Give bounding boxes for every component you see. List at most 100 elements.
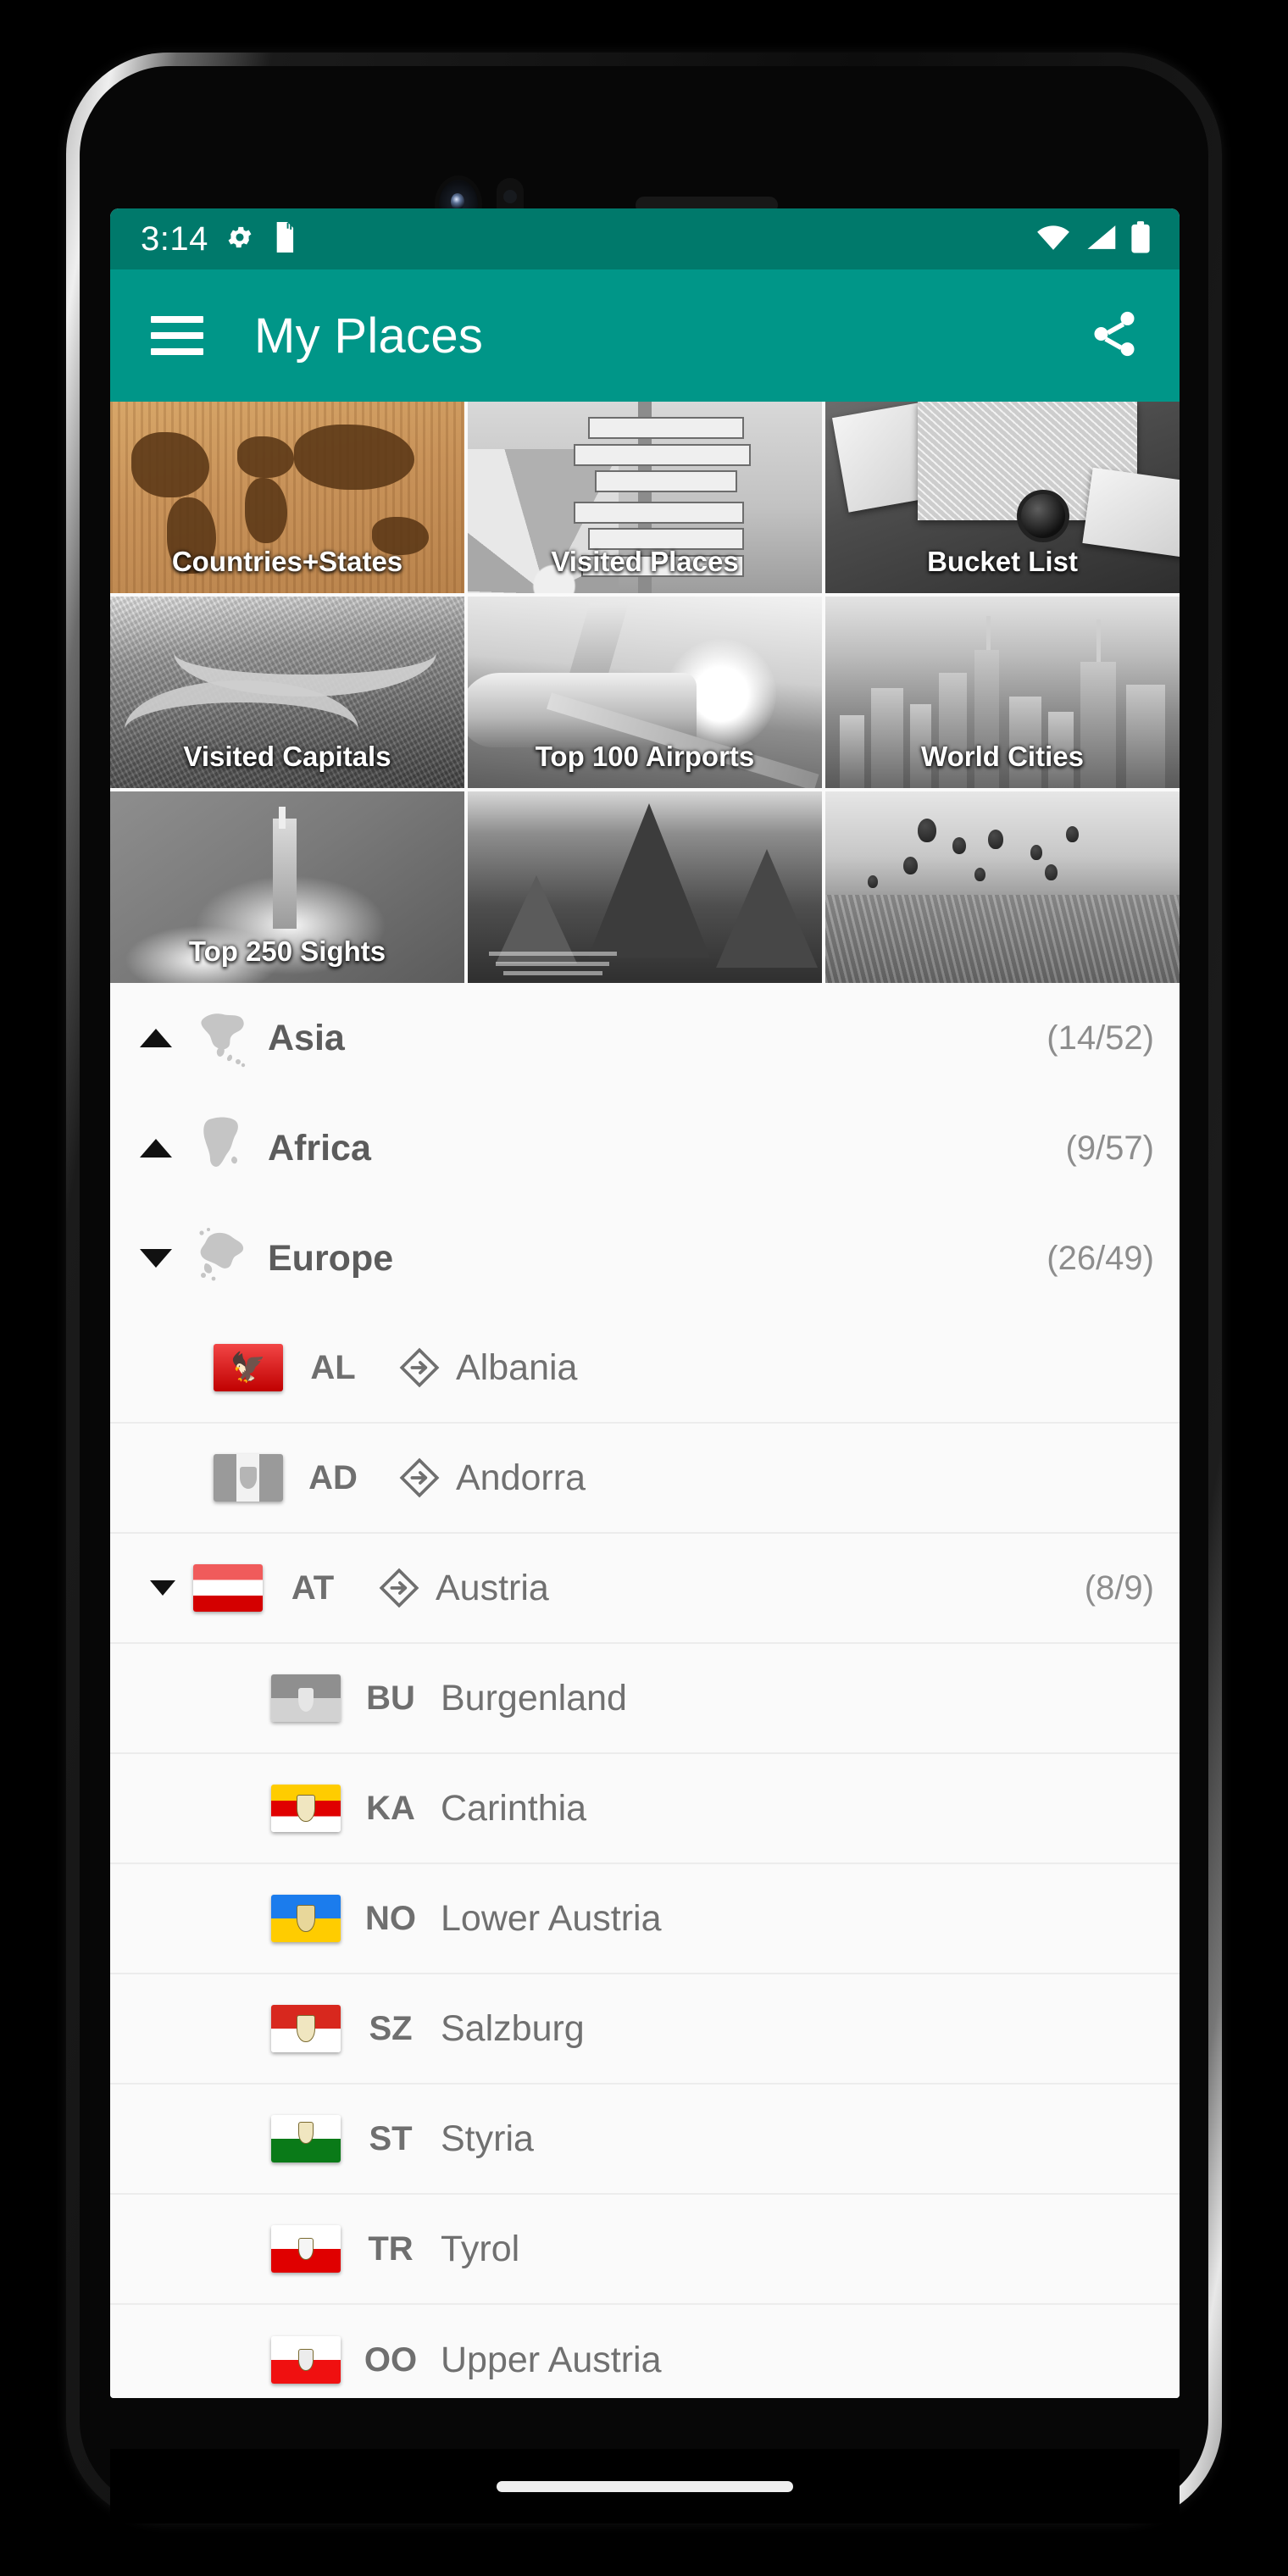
phone-screen: 3:14 My Places Countries+States Visited … [110, 208, 1180, 2398]
app-bar: My Places [110, 269, 1180, 402]
coat-of-arms-icon [298, 2349, 314, 2371]
flag-styria [271, 2115, 341, 2162]
state-name: Burgenland [441, 1677, 627, 1718]
goto-arrow-icon[interactable] [363, 1566, 436, 1610]
collapse-caret-icon[interactable] [132, 1139, 180, 1158]
state-name: Styria [441, 2118, 534, 2159]
state-name: Salzburg [441, 2007, 585, 2049]
state-code: ST [369, 2119, 413, 2157]
crest-emblem [240, 1467, 257, 1489]
tile-bucket-list[interactable]: Bucket List [825, 402, 1180, 593]
menu-line [151, 332, 203, 339]
tile-machu-picchu[interactable] [468, 791, 822, 983]
state-row-styria[interactable]: ST Styria [110, 2085, 1180, 2195]
tile-top-250-sights[interactable]: Top 250 Sights [110, 791, 464, 983]
country-code: AD [308, 1458, 358, 1496]
goto-arrow-icon[interactable] [383, 1346, 456, 1390]
menu-line [151, 316, 203, 323]
continent-count: (26/49) [1046, 1239, 1154, 1277]
flag-albania: 🦅 [214, 1344, 283, 1391]
asia-map-icon [180, 1006, 268, 1070]
country-name: Andorra [456, 1457, 586, 1498]
state-name: Carinthia [441, 1787, 587, 1829]
state-name: Lower Austria [441, 1897, 662, 1939]
continent-count: (14/52) [1046, 1019, 1154, 1057]
crest-emblem [298, 1687, 314, 1712]
flag-carinthia [271, 1785, 341, 1832]
share-icon[interactable] [1088, 308, 1141, 364]
battery-icon [1130, 220, 1151, 258]
state-code: NO [365, 1899, 416, 1937]
continent-row-europe[interactable]: Europe (26/49) [110, 1203, 1180, 1313]
tile-hot-air-balloons[interactable] [825, 791, 1180, 983]
tile-label: Top 250 Sights [188, 935, 386, 967]
country-count: (8/9) [1084, 1568, 1154, 1607]
state-row-tyrol[interactable]: TR Tyrol [110, 2195, 1180, 2305]
tile-visited-capitals[interactable]: Visited Capitals [110, 597, 464, 788]
category-tile-grid: Countries+States Visited Places Bucket L… [110, 402, 1180, 983]
flag-burgenland [271, 1674, 341, 1722]
flag-andorra [214, 1454, 283, 1502]
expand-caret-icon[interactable] [132, 1249, 180, 1268]
page-title: My Places [254, 308, 484, 364]
tile-label: Bucket List [927, 546, 1078, 577]
state-row-lower-austria[interactable]: NO Lower Austria [110, 1864, 1180, 1974]
hamburger-menu-icon[interactable] [151, 307, 210, 364]
flag-tyrol [271, 2225, 341, 2273]
coat-of-arms-icon [297, 2015, 315, 2042]
continent-row-africa[interactable]: Africa (9/57) [110, 1093, 1180, 1203]
state-code: BU [366, 1679, 415, 1717]
hot-air-balloons-art [825, 791, 1180, 983]
tile-countries-states[interactable]: Countries+States [110, 402, 464, 593]
country-code: AL [310, 1348, 356, 1386]
flag-upper-austria [271, 2336, 341, 2384]
tile-label: World Cities [921, 741, 1084, 772]
coat-of-arms-icon [297, 1795, 315, 1822]
country-row-austria[interactable]: AT Austria (8/9) [110, 1534, 1180, 1644]
proximity-sensor-icon [503, 190, 517, 203]
gear-icon [225, 223, 254, 256]
country-name: Austria [436, 1567, 549, 1608]
state-row-upper-austria[interactable]: OO Upper Austria [110, 2305, 1180, 2398]
state-row-salzburg[interactable]: SZ Salzburg [110, 1974, 1180, 2085]
cellular-signal-icon [1085, 224, 1117, 255]
tile-label: Visited Places [551, 546, 739, 577]
tile-world-cities[interactable]: World Cities [825, 597, 1180, 788]
continent-count: (9/57) [1065, 1129, 1155, 1167]
tile-top-100-airports[interactable]: Top 100 Airports [468, 597, 822, 788]
continent-name: Africa [268, 1127, 371, 1169]
state-code: SZ [369, 2009, 413, 2047]
state-row-burgenland[interactable]: BU Burgenland [110, 1644, 1180, 1754]
eagle-emblem: 🦅 [230, 1352, 267, 1384]
state-row-carinthia[interactable]: KA Carinthia [110, 1754, 1180, 1864]
state-code: KA [366, 1789, 415, 1827]
home-gesture-pill[interactable] [497, 2480, 793, 2492]
tile-label: Visited Capitals [183, 741, 391, 772]
menu-line [151, 348, 203, 355]
coat-of-arms-icon [298, 2122, 314, 2145]
coat-of-arms-icon [297, 1905, 315, 1932]
state-code: OO [364, 2340, 418, 2379]
goto-arrow-icon[interactable] [383, 1456, 456, 1500]
tile-visited-places[interactable]: Visited Places [468, 402, 822, 593]
place-list: Asia (14/52) Africa (9/57) Europe (26/49… [110, 983, 1180, 2398]
machu-picchu-art [468, 791, 822, 983]
continent-row-asia[interactable]: Asia (14/52) [110, 983, 1180, 1093]
navigation-bar [110, 2449, 1180, 2523]
country-code: AT [291, 1568, 335, 1607]
state-name: Tyrol [441, 2228, 520, 2269]
africa-map-icon [180, 1114, 268, 1182]
wifi-icon [1035, 224, 1071, 255]
country-row-andorra[interactable]: AD Andorra [110, 1424, 1180, 1534]
state-name: Upper Austria [441, 2339, 662, 2380]
flag-lower-austria [271, 1895, 341, 1942]
country-row-albania[interactable]: 🦅 AL Albania [110, 1313, 1180, 1424]
state-code: TR [368, 2229, 414, 2268]
status-time: 3:14 [141, 219, 208, 258]
status-bar: 3:14 [110, 208, 1180, 269]
expand-caret-icon[interactable] [132, 1580, 193, 1596]
coat-of-arms-icon [298, 2238, 314, 2260]
collapse-caret-icon[interactable] [132, 1029, 180, 1047]
continent-name: Europe [268, 1237, 394, 1279]
tile-label: Countries+States [171, 546, 403, 577]
